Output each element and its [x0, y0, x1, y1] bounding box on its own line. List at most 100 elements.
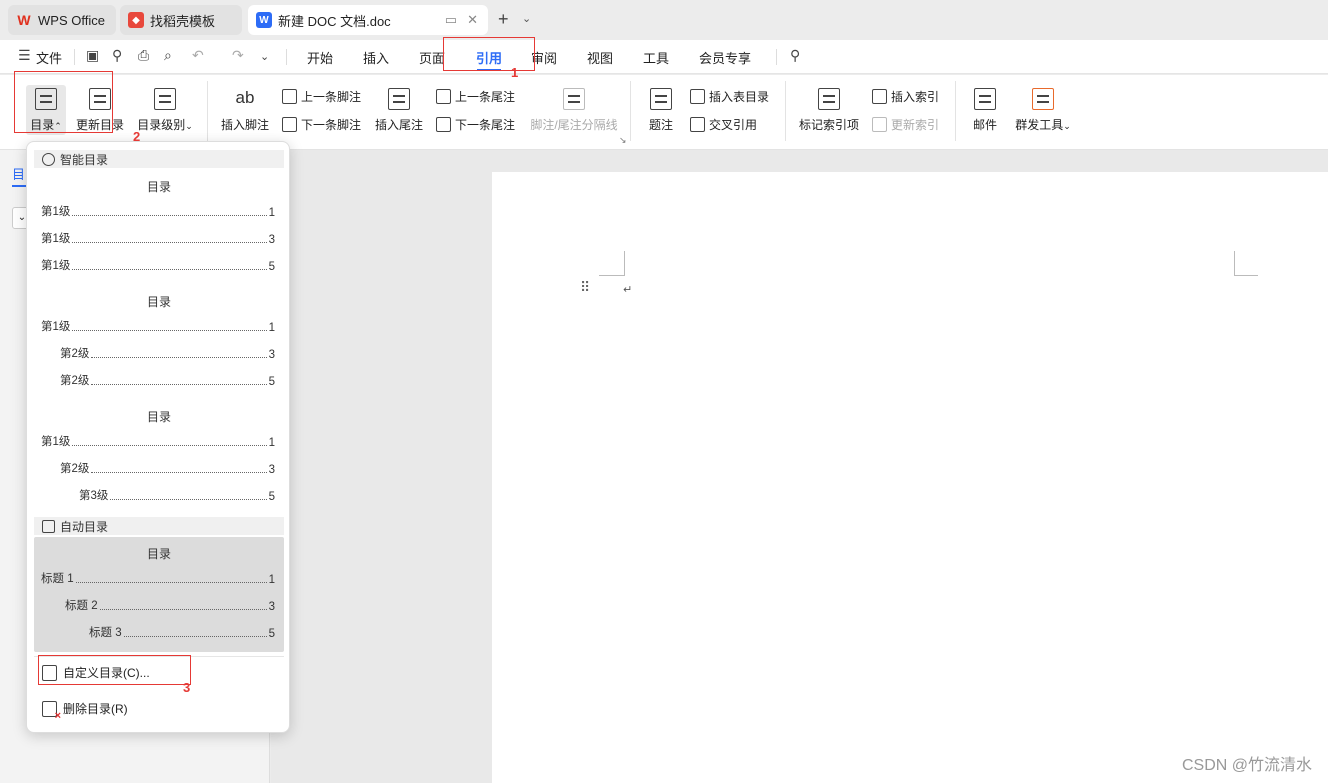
mass-send-label: 群发工具: [1015, 118, 1064, 132]
mail-label: 邮件: [972, 118, 997, 132]
search-icon[interactable]: ⚲: [790, 47, 800, 64]
toc-preview-title: 目录: [146, 410, 171, 424]
share-link-icon[interactable]: ⚲: [112, 47, 122, 64]
crop-mark: [624, 251, 625, 276]
toc-dropdown-menu: 智能目录 目录 第1级 1 第1级 3 第1级 5 目录 第1级 1 第2级 3 第2级 5…: [26, 141, 290, 733]
toc-preview-entry: 第1级 1: [41, 436, 275, 449]
separator-label: 脚注/尾注分隔线: [530, 118, 618, 132]
paragraph-mark-icon: ↵: [623, 284, 633, 296]
cross-reference-label: 交叉引用: [709, 118, 758, 132]
cross-reference-button[interactable]: 交叉引用: [690, 116, 757, 133]
redo-icon[interactable]: ↷: [232, 47, 244, 64]
tab-label: WPS Office: [38, 12, 105, 28]
float-window-icon[interactable]: ▭: [445, 12, 457, 28]
tab-label: 找稻壳模板: [150, 13, 216, 29]
footnote-icon: ab: [235, 88, 255, 107]
menu-member[interactable]: 会员专享: [699, 48, 751, 67]
sidebar-title[interactable]: 目: [12, 164, 25, 183]
auto-toc-icon: [42, 519, 55, 533]
insert-index-label: 插入索引: [891, 90, 940, 104]
file-menu[interactable]: 文件: [36, 48, 62, 67]
insert-index-button[interactable]: 插入索引: [872, 88, 939, 105]
tab-label: 新建 DOC 文档.doc: [278, 13, 391, 29]
caption-button[interactable]: 题注: [644, 88, 678, 133]
word-doc-icon: W: [256, 12, 272, 28]
tab-wps-office[interactable]: W WPS Office: [8, 5, 116, 35]
divider: [955, 81, 956, 141]
tab-daoke-templates[interactable]: ◆ 找稻壳模板: [120, 5, 242, 35]
prev-endnote-label: 上一条尾注: [455, 90, 516, 104]
new-tab-icon[interactable]: +: [498, 9, 509, 30]
close-tab-icon[interactable]: ✕: [467, 12, 478, 28]
image-caption-icon: [650, 88, 672, 110]
insert-index-icon: [872, 89, 887, 104]
mark-index-label: 标记索引项: [798, 118, 859, 132]
print-preview-icon[interactable]: ⌕: [164, 47, 172, 64]
insert-footnote-button[interactable]: ab 插入脚注: [218, 88, 272, 133]
delete-toc-item[interactable]: 删除目录(R): [42, 700, 128, 722]
save-icon[interactable]: ▣: [86, 47, 99, 64]
menu-insert[interactable]: 插入: [363, 48, 389, 67]
annotation-number-3: 3: [183, 680, 191, 695]
insert-endnote-button[interactable]: 插入尾注: [372, 88, 426, 133]
next-footnote-icon: [282, 117, 297, 132]
toc-preview-entry: 第1级 1: [41, 206, 275, 219]
ribbon-references: 目录⌃ 更新目录 目录级别⌄ ab 插入脚注 上一条脚注 下一条脚注 插入尾注 …: [0, 75, 1328, 150]
next-footnote-button[interactable]: 下一条脚注: [282, 116, 361, 133]
menu-tools[interactable]: 工具: [643, 48, 669, 67]
daoke-logo-icon: ◆: [128, 12, 144, 28]
toc-level-button[interactable]: 目录级别⌄: [134, 88, 196, 133]
next-endnote-icon: [436, 117, 451, 132]
wps-logo-icon: W: [17, 12, 31, 28]
smart-toc-header-label: 智能目录: [60, 152, 109, 167]
chevron-down-icon[interactable]: ⌄: [260, 50, 269, 63]
update-index-label: 更新索引: [891, 118, 940, 132]
insert-footnote-label: 插入脚注: [220, 118, 269, 132]
insert-table-of-figures-button[interactable]: 插入表目录: [690, 88, 769, 105]
watermark: CSDN @竹流清水: [1181, 757, 1312, 774]
divider: [207, 81, 208, 141]
menu-page[interactable]: 页面: [419, 48, 445, 67]
next-endnote-label: 下一条尾注: [455, 118, 516, 132]
mass-send-button[interactable]: 群发工具⌄: [1012, 88, 1074, 133]
tab-document[interactable]: W 新建 DOC 文档.doc ▭ ✕: [248, 5, 488, 35]
prev-endnote-button[interactable]: 上一条尾注: [436, 88, 515, 105]
mass-send-icon: [1032, 88, 1054, 110]
footnote-separator-button[interactable]: 脚注/尾注分隔线: [526, 88, 622, 133]
document-page[interactable]: [492, 172, 1328, 783]
menu-icon[interactable]: ☰: [18, 47, 31, 64]
next-footnote-label: 下一条脚注: [301, 118, 362, 132]
chevron-down-icon[interactable]: ⌄: [522, 12, 531, 25]
mark-index-button[interactable]: 标记索引项: [796, 88, 862, 133]
menu-start[interactable]: 开始: [307, 48, 333, 67]
endnote-icon: [388, 88, 410, 110]
print-icon[interactable]: ⎙: [138, 47, 149, 64]
divider: [776, 49, 777, 65]
toc-preview-entry: 第3级 5: [79, 490, 275, 503]
toc-preview-entry: 第2级 5: [60, 375, 275, 388]
insert-table-of-figures-label: 插入表目录: [709, 90, 770, 104]
next-endnote-button[interactable]: 下一条尾注: [436, 116, 515, 133]
update-index-button[interactable]: 更新索引: [872, 116, 939, 133]
toc-preview-entry: 标题 23: [65, 600, 275, 613]
annotation-number-1: 1: [511, 65, 519, 80]
undo-icon[interactable]: ↶: [192, 47, 204, 64]
toc-preview-entry: 标题 11: [41, 573, 275, 586]
divider: [286, 49, 287, 65]
prev-footnote-button[interactable]: 上一条脚注: [282, 88, 361, 105]
toc-preview-title: 目录: [146, 295, 171, 309]
table-of-figures-icon: [690, 89, 705, 104]
auto-toc-header-label: 自动目录: [60, 519, 109, 534]
caption-label: 题注: [648, 118, 673, 132]
crop-mark: [1234, 275, 1258, 276]
dialog-launcher-icon[interactable]: ↘: [619, 135, 627, 146]
drag-handle-icon[interactable]: ⠿: [580, 279, 590, 296]
divider: [630, 81, 631, 141]
crop-mark: [599, 275, 625, 276]
update-index-icon: [872, 117, 887, 132]
sidebar-tab-indicator: [12, 185, 26, 187]
cross-reference-icon: [690, 117, 705, 132]
menu-view[interactable]: 视图: [587, 48, 613, 67]
mail-button[interactable]: 邮件: [968, 88, 1002, 133]
prev-footnote-label: 上一条脚注: [301, 90, 362, 104]
